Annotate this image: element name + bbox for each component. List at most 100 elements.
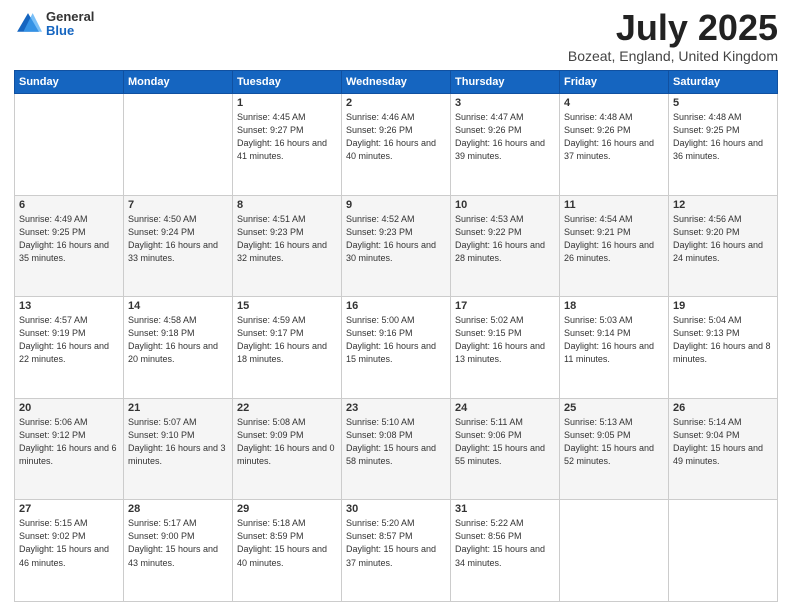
day-number: 5 [673, 97, 773, 109]
day-info: Sunrise: 5:11 AMSunset: 9:06 PMDaylight:… [455, 416, 555, 468]
day-number: 12 [673, 199, 773, 211]
day-number: 14 [128, 300, 228, 312]
day-info: Sunrise: 5:15 AMSunset: 9:02 PMDaylight:… [19, 517, 119, 569]
day-info: Sunrise: 4:53 AMSunset: 9:22 PMDaylight:… [455, 213, 555, 265]
calendar-cell: 23Sunrise: 5:10 AMSunset: 9:08 PMDayligh… [342, 398, 451, 500]
calendar-cell: 24 Sunrise: 5:11 AMSunset: 9:06 PMDayligh… [451, 398, 560, 500]
calendar-cell [124, 94, 233, 196]
day-info: Sunrise: 4:57 AMSunset: 9:19 PMDaylight:… [19, 314, 119, 366]
day-number: 27 [19, 503, 119, 515]
calendar-cell: 9 Sunrise: 4:52 AMSunset: 9:23 PMDaylight… [342, 195, 451, 297]
day-info: Sunrise: 5:22 AMSunset: 8:56 PMDaylight:… [455, 517, 555, 569]
day-number: 21 [128, 402, 228, 414]
day-info: Sunrise: 5:02 AMSunset: 9:15 PMDaylight:… [455, 314, 555, 366]
day-number: 7 [128, 199, 228, 211]
day-number: 2 [346, 97, 446, 109]
calendar-week-row: 6 Sunrise: 4:49 AMSunset: 9:25 PMDaylight… [15, 195, 778, 297]
day-number: 20 [19, 402, 119, 414]
day-number: 29 [237, 503, 337, 515]
day-number: 17 [455, 300, 555, 312]
calendar-cell: 22 Sunrise: 5:08 AMSunset: 9:09 PMDayligh… [233, 398, 342, 500]
day-info: Sunrise: 5:00 AMSunset: 9:16 PMDaylight:… [346, 314, 446, 366]
day-info: Sunrise: 4:50 AMSunset: 9:24 PMDaylight:… [128, 213, 228, 265]
calendar-cell: 29 Sunrise: 5:18 AMSunset: 8:59 PMDayligh… [233, 500, 342, 602]
calendar-cell: 30Sunrise: 5:20 AMSunset: 8:57 PMDayligh… [342, 500, 451, 602]
day-number: 18 [564, 300, 664, 312]
calendar-cell [560, 500, 669, 602]
day-info: Sunrise: 4:52 AMSunset: 9:23 PMDaylight:… [346, 213, 446, 265]
day-number: 11 [564, 199, 664, 211]
day-info: Sunrise: 5:03 AMSunset: 9:14 PMDaylight:… [564, 314, 664, 366]
day-info: Sunrise: 5:07 AMSunset: 9:10 PMDaylight:… [128, 416, 228, 468]
day-number: 22 [237, 402, 337, 414]
day-number: 31 [455, 503, 555, 515]
calendar-cell: 25 Sunrise: 5:13 AMSunset: 9:05 PMDayligh… [560, 398, 669, 500]
weekday-header: Monday [124, 71, 233, 94]
day-number: 26 [673, 402, 773, 414]
day-number: 24 [455, 402, 555, 414]
day-number: 15 [237, 300, 337, 312]
title-block: July 2025 Bozeat, England, United Kingdo… [568, 10, 778, 64]
logo-general: General [46, 10, 94, 24]
calendar-cell: 21 Sunrise: 5:07 AMSunset: 9:10 PMDayligh… [124, 398, 233, 500]
day-number: 9 [346, 199, 446, 211]
calendar: SundayMondayTuesdayWednesdayThursdayFrid… [14, 70, 778, 602]
calendar-cell: 12Sunrise: 4:56 AMSunset: 9:20 PMDayligh… [669, 195, 778, 297]
logo-icon [14, 10, 42, 38]
calendar-cell: 6 Sunrise: 4:49 AMSunset: 9:25 PMDaylight… [15, 195, 124, 297]
day-number: 30 [346, 503, 446, 515]
day-number: 25 [564, 402, 664, 414]
calendar-cell: 27 Sunrise: 5:15 AMSunset: 9:02 PMDayligh… [15, 500, 124, 602]
calendar-header-row: SundayMondayTuesdayWednesdayThursdayFrid… [15, 71, 778, 94]
weekday-header: Thursday [451, 71, 560, 94]
weekday-header: Wednesday [342, 71, 451, 94]
logo: General Blue [14, 10, 94, 39]
calendar-cell: 7 Sunrise: 4:50 AMSunset: 9:24 PMDaylight… [124, 195, 233, 297]
day-info: Sunrise: 5:06 AMSunset: 9:12 PMDaylight:… [19, 416, 119, 468]
day-info: Sunrise: 5:17 AMSunset: 9:00 PMDaylight:… [128, 517, 228, 569]
day-number: 4 [564, 97, 664, 109]
day-number: 3 [455, 97, 555, 109]
calendar-cell: 4 Sunrise: 4:48 AMSunset: 9:26 PMDaylight… [560, 94, 669, 196]
calendar-cell: 1Sunrise: 4:45 AMSunset: 9:27 PMDaylight… [233, 94, 342, 196]
location: Bozeat, England, United Kingdom [568, 48, 778, 64]
logo-blue: Blue [46, 24, 94, 38]
day-number: 10 [455, 199, 555, 211]
day-number: 13 [19, 300, 119, 312]
day-info: Sunrise: 5:08 AMSunset: 9:09 PMDaylight:… [237, 416, 337, 468]
calendar-week-row: 13 Sunrise: 4:57 AMSunset: 9:19 PMDayligh… [15, 297, 778, 399]
calendar-week-row: 20 Sunrise: 5:06 AMSunset: 9:12 PMDayligh… [15, 398, 778, 500]
calendar-cell: 13 Sunrise: 4:57 AMSunset: 9:19 PMDayligh… [15, 297, 124, 399]
calendar-cell: 5 Sunrise: 4:48 AMSunset: 9:25 PMDaylight… [669, 94, 778, 196]
day-number: 28 [128, 503, 228, 515]
day-info: Sunrise: 4:46 AMSunset: 9:26 PMDaylight:… [346, 111, 446, 163]
day-info: Sunrise: 4:47 AMSunset: 9:26 PMDaylight:… [455, 111, 555, 163]
day-info: Sunrise: 4:48 AMSunset: 9:26 PMDaylight:… [564, 111, 664, 163]
day-number: 23 [346, 402, 446, 414]
calendar-cell: 31 Sunrise: 5:22 AMSunset: 8:56 PMDayligh… [451, 500, 560, 602]
day-number: 1 [237, 97, 337, 109]
day-info: Sunrise: 5:18 AMSunset: 8:59 PMDaylight:… [237, 517, 337, 569]
calendar-cell: 19 Sunrise: 5:04 AMSunset: 9:13 PMDayligh… [669, 297, 778, 399]
month-title: July 2025 [568, 10, 778, 46]
calendar-cell: 8Sunrise: 4:51 AMSunset: 9:23 PMDaylight… [233, 195, 342, 297]
day-info: Sunrise: 5:13 AMSunset: 9:05 PMDaylight:… [564, 416, 664, 468]
calendar-cell: 20 Sunrise: 5:06 AMSunset: 9:12 PMDayligh… [15, 398, 124, 500]
day-info: Sunrise: 4:51 AMSunset: 9:23 PMDaylight:… [237, 213, 337, 265]
weekday-header: Friday [560, 71, 669, 94]
weekday-header: Saturday [669, 71, 778, 94]
day-number: 6 [19, 199, 119, 211]
day-info: Sunrise: 4:48 AMSunset: 9:25 PMDaylight:… [673, 111, 773, 163]
day-number: 19 [673, 300, 773, 312]
calendar-week-row: 27 Sunrise: 5:15 AMSunset: 9:02 PMDayligh… [15, 500, 778, 602]
page: General Blue July 2025 Bozeat, England, … [0, 0, 792, 612]
day-info: Sunrise: 4:49 AMSunset: 9:25 PMDaylight:… [19, 213, 119, 265]
calendar-week-row: 1Sunrise: 4:45 AMSunset: 9:27 PMDaylight… [15, 94, 778, 196]
calendar-cell: 11Sunrise: 4:54 AMSunset: 9:21 PMDayligh… [560, 195, 669, 297]
calendar-cell: 10 Sunrise: 4:53 AMSunset: 9:22 PMDayligh… [451, 195, 560, 297]
calendar-cell: 2 Sunrise: 4:46 AMSunset: 9:26 PMDaylight… [342, 94, 451, 196]
day-info: Sunrise: 5:04 AMSunset: 9:13 PMDaylight:… [673, 314, 773, 366]
calendar-cell: 16Sunrise: 5:00 AMSunset: 9:16 PMDayligh… [342, 297, 451, 399]
weekday-header: Sunday [15, 71, 124, 94]
calendar-cell [15, 94, 124, 196]
